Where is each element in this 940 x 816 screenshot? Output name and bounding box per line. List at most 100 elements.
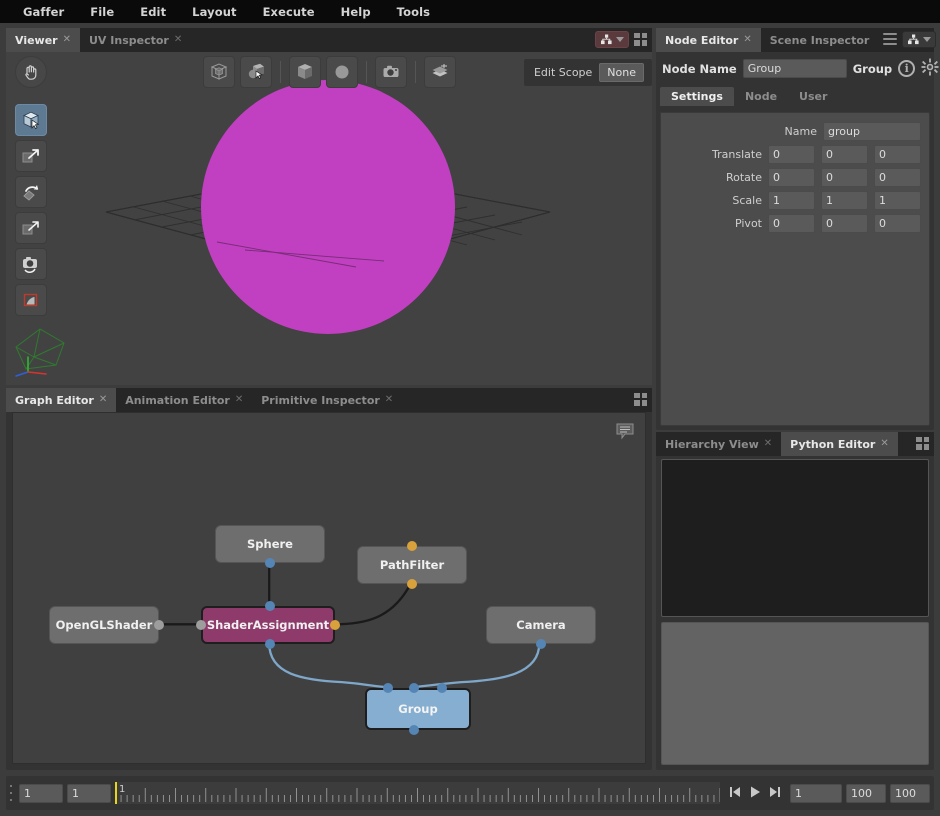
tab-viewer[interactable]: Viewer ✕ — [6, 28, 80, 52]
node-sphere-out-plug[interactable] — [265, 558, 275, 568]
timeline-ruler[interactable]: 1 — [115, 782, 720, 804]
wireframe-cube-icon-button[interactable] — [288, 56, 321, 88]
tab-settings[interactable]: Settings — [660, 87, 734, 106]
chevron-down-icon[interactable] — [923, 36, 932, 42]
python-editor-layout-button[interactable] — [916, 436, 929, 450]
timeline-current-frame-input[interactable] — [790, 783, 842, 803]
param-input-pivot-z[interactable] — [874, 214, 921, 233]
close-icon[interactable]: ✕ — [174, 35, 182, 45]
menu-item-edit[interactable]: Edit — [127, 2, 179, 22]
node-group-in-plug-1[interactable] — [383, 683, 393, 693]
node-shaderassignment-label: ShaderAssignment — [206, 618, 330, 632]
tab-python-editor[interactable]: Python Editor ✕ — [781, 432, 898, 456]
info-icon[interactable]: i — [898, 60, 916, 77]
annotation-icon[interactable] — [615, 421, 635, 444]
node-group-in-plug-2[interactable] — [409, 683, 419, 693]
viewer-body[interactable]: Edit Scope None — [6, 52, 652, 385]
timeline-start-input[interactable] — [19, 783, 63, 803]
gear-icon[interactable] — [921, 58, 939, 79]
param-input-scale-y[interactable] — [821, 191, 868, 210]
param-input-name[interactable] — [823, 122, 921, 141]
node-pathfilter-in-plug[interactable] — [407, 541, 417, 551]
param-input-rotate-x[interactable] — [768, 168, 815, 187]
select-cube-icon-button[interactable] — [15, 104, 47, 136]
param-input-translate-y[interactable] — [821, 145, 868, 164]
node-group[interactable]: Group — [365, 688, 471, 730]
param-input-scale-x[interactable] — [768, 191, 815, 210]
node-name-input[interactable] — [742, 59, 847, 78]
tab-animation-editor[interactable]: Animation Editor ✕ — [116, 388, 253, 412]
close-icon[interactable]: ✕ — [99, 395, 107, 405]
menu-item-layout[interactable]: Layout — [179, 2, 249, 22]
param-input-scale-z[interactable] — [874, 191, 921, 210]
python-input-area[interactable] — [661, 622, 929, 765]
node-shaderassignment-shader-in-plug[interactable] — [196, 620, 206, 630]
crop-window-icon-button[interactable] — [15, 284, 47, 316]
node-openglshader-out-plug[interactable] — [154, 620, 164, 630]
hand-pan-icon-button[interactable] — [15, 56, 47, 88]
menu-icon[interactable] — [883, 33, 898, 45]
close-icon[interactable]: ✕ — [385, 395, 393, 405]
shaded-objects-icon-button[interactable] — [239, 56, 272, 88]
menu-item-file[interactable]: File — [77, 2, 127, 22]
close-icon[interactable]: ✕ — [235, 395, 243, 405]
close-icon[interactable]: ✕ — [764, 439, 772, 449]
skip-to-start-icon[interactable] — [729, 785, 742, 802]
param-input-translate-z[interactable] — [874, 145, 921, 164]
viewer-layout-button[interactable] — [634, 32, 647, 46]
bounding-box-icon-button[interactable] — [202, 56, 235, 88]
param-input-rotate-y[interactable] — [821, 168, 868, 187]
param-input-pivot-y[interactable] — [821, 214, 868, 233]
viewer-pin-dropdown[interactable] — [595, 30, 629, 48]
menu-item-help[interactable]: Help — [328, 2, 384, 22]
layers-icon-button[interactable] — [423, 56, 456, 88]
node-group-out-plug[interactable] — [409, 725, 419, 735]
translate-tool-icon-button[interactable] — [15, 140, 47, 172]
graph-tabbar: Graph Editor ✕ Animation Editor ✕ Primit… — [6, 388, 652, 412]
node-openglshader[interactable]: OpenGLShader — [49, 606, 159, 644]
chevron-down-icon[interactable] — [616, 36, 624, 42]
tab-uv-inspector[interactable]: UV Inspector ✕ — [80, 28, 192, 52]
drag-handle[interactable] — [10, 785, 15, 801]
timeline-range-end-input[interactable] — [846, 783, 886, 803]
skip-to-end-icon[interactable] — [768, 785, 781, 802]
node-pathfilter-out-plug[interactable] — [407, 579, 417, 589]
camera-tool-icon-button[interactable] — [15, 248, 47, 280]
tab-scene-inspector[interactable]: Scene Inspector — [760, 28, 879, 52]
close-icon[interactable]: ✕ — [880, 439, 888, 449]
camera-icon-button[interactable] — [374, 56, 407, 88]
edit-scope-control[interactable]: Edit Scope None — [523, 59, 652, 86]
edit-scope-value[interactable]: None — [599, 63, 644, 82]
playhead[interactable] — [115, 782, 117, 804]
tab-user[interactable]: User — [788, 87, 838, 106]
shaded-sphere-icon-button[interactable] — [325, 56, 358, 88]
menu-item-gaffer[interactable]: Gaffer — [10, 2, 77, 22]
node-shaderassignment-in-plug[interactable] — [265, 601, 275, 611]
rotate-tool-icon-button[interactable] — [15, 176, 47, 208]
tab-hierarchy-view[interactable]: Hierarchy View ✕ — [656, 432, 782, 456]
scale-tool-icon-button[interactable] — [15, 212, 47, 244]
node-shaderassignment-filter-plug[interactable] — [330, 620, 340, 630]
menu-item-execute[interactable]: Execute — [250, 2, 328, 22]
timeline-frame-input[interactable] — [67, 783, 111, 803]
param-input-rotate-z[interactable] — [874, 168, 921, 187]
param-input-translate-x[interactable] — [768, 145, 815, 164]
param-input-pivot-x[interactable] — [768, 214, 815, 233]
node-editor-pin-dropdown[interactable] — [902, 30, 937, 48]
close-icon[interactable]: ✕ — [743, 35, 751, 45]
play-icon[interactable] — [748, 785, 762, 802]
node-group-in-plug-3[interactable] — [437, 683, 447, 693]
node-shaderassignment-out-plug[interactable] — [265, 639, 275, 649]
graph-layout-button[interactable] — [634, 392, 647, 406]
node-camera-out-plug[interactable] — [536, 639, 546, 649]
viewport-3d[interactable] — [6, 52, 652, 385]
tab-primitive-inspector[interactable]: Primitive Inspector ✕ — [252, 388, 403, 412]
tab-node-editor[interactable]: Node Editor ✕ — [656, 28, 761, 52]
timeline-range-max-input[interactable] — [890, 783, 930, 803]
close-icon[interactable]: ✕ — [63, 35, 71, 45]
python-output-area[interactable] — [661, 459, 929, 617]
menu-item-tools[interactable]: Tools — [384, 2, 443, 22]
tab-graph-editor[interactable]: Graph Editor ✕ — [6, 388, 117, 412]
tab-node[interactable]: Node — [734, 87, 788, 106]
graph-canvas[interactable]: Sphere PathFilter OpenGLShader ShaderAss… — [12, 412, 646, 764]
